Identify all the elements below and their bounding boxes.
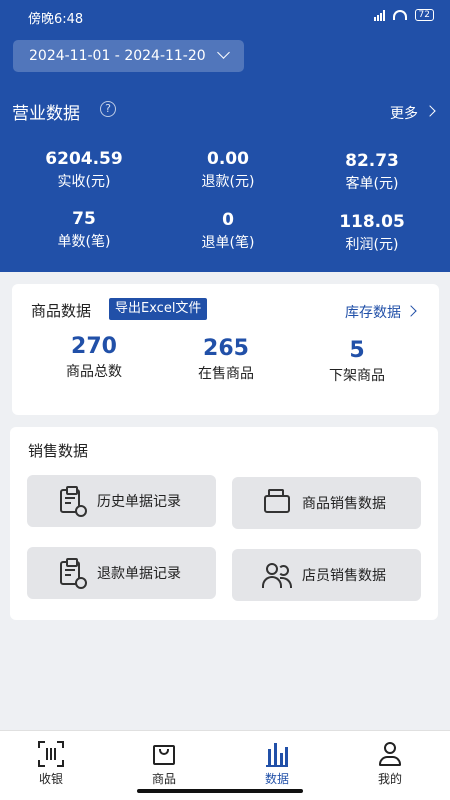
tab-cashier[interactable]: 收银: [0, 731, 107, 800]
metric-refund-orders: 0 退单(笔): [153, 210, 303, 252]
metric-refund: 0.00 退款(元): [153, 149, 303, 191]
header-panel: 傍晚6:48 72 2024-11-01 - 2024-11-20 营业数据 ?…: [0, 0, 450, 272]
stat-label: 在售商品: [198, 366, 254, 382]
status-icons: 72: [373, 9, 434, 21]
tab-label: 商品: [151, 772, 176, 786]
status-bar: 傍晚6:48 72: [0, 0, 450, 32]
wifi-icon: [392, 10, 407, 20]
goods-sales-button[interactable]: 商品销售数据: [232, 477, 421, 529]
metric-received: 6204.59 实收(元): [9, 149, 159, 191]
metric-profit: 118.05 利润(元): [297, 212, 447, 254]
stock-data-link[interactable]: 库存数据: [345, 302, 401, 322]
button-label: 店员销售数据: [302, 568, 386, 584]
metric-label: 单数(笔): [57, 234, 111, 250]
metric-value: 0.00: [207, 149, 249, 169]
user-icon: [377, 741, 403, 767]
metric-label: 利润(元): [345, 237, 399, 253]
stat-value: 5: [349, 338, 365, 363]
stat-on-sale[interactable]: 265 在售商品: [156, 336, 296, 383]
more-link[interactable]: 更多: [390, 103, 418, 123]
chevron-down-icon: [217, 46, 230, 59]
date-range-text: 2024-11-01 - 2024-11-20: [29, 48, 206, 64]
bar-chart-icon: [264, 741, 290, 767]
clipboard-refund-icon: [57, 558, 87, 589]
tab-label: 收银: [38, 772, 63, 786]
history-orders-button[interactable]: 历史单据记录: [27, 475, 216, 527]
metric-value: 82.73: [345, 151, 399, 171]
stat-total-goods[interactable]: 270 商品总数: [24, 334, 164, 381]
chevron-right-icon[interactable]: [405, 305, 417, 317]
metric-label: 退款(元): [201, 174, 255, 190]
help-icon[interactable]: ?: [100, 101, 116, 117]
scan-icon: [38, 741, 64, 767]
tab-label: 我的: [377, 772, 402, 786]
business-data-title: 营业数据: [12, 104, 80, 124]
sales-data-card: 销售数据 历史单据记录 商品销售数据 退款单据记录 店员销售数据: [10, 427, 438, 620]
stat-value: 265: [203, 336, 249, 361]
metric-value: 6204.59: [45, 149, 123, 169]
goods-data-card: 商品数据 导出Excel文件 库存数据 270 商品总数 265 在售商品 5 …: [12, 284, 439, 415]
tab-me[interactable]: 我的: [334, 731, 446, 800]
button-label: 商品销售数据: [302, 496, 386, 512]
metric-label: 客单(元): [345, 176, 399, 192]
users-icon: [262, 561, 292, 589]
bag-icon: [151, 741, 177, 767]
stat-label: 商品总数: [66, 364, 122, 380]
tab-label: 数据: [264, 772, 289, 786]
battery-icon: 72: [414, 9, 434, 21]
staff-sales-button[interactable]: 店员销售数据: [232, 549, 421, 601]
refund-orders-button[interactable]: 退款单据记录: [27, 547, 216, 599]
clipboard-clock-icon: [57, 486, 87, 517]
button-label: 历史单据记录: [97, 494, 181, 510]
sales-data-title: 销售数据: [28, 442, 89, 460]
stat-value: 270: [71, 334, 117, 359]
chevron-right-icon[interactable]: [424, 105, 436, 117]
box-icon: [262, 489, 290, 517]
button-label: 退款单据记录: [97, 566, 181, 582]
stat-off-shelf[interactable]: 5 下架商品: [287, 338, 427, 385]
export-excel-button[interactable]: 导出Excel文件: [109, 298, 208, 320]
metric-value: 75: [72, 209, 96, 229]
metric-avg-order: 82.73 客单(元): [297, 151, 447, 193]
home-indicator: [137, 789, 303, 793]
metric-label: 实收(元): [57, 174, 111, 190]
signal-icon: [373, 9, 385, 21]
metric-value: 0: [222, 210, 234, 230]
metric-value: 118.05: [339, 212, 405, 232]
goods-data-title: 商品数据: [31, 302, 92, 320]
status-time: 傍晚6:48: [28, 12, 84, 27]
stat-label: 下架商品: [329, 368, 385, 384]
date-range-picker[interactable]: 2024-11-01 - 2024-11-20: [13, 40, 244, 72]
metric-label: 退单(笔): [201, 235, 255, 251]
metric-orders: 75 单数(笔): [9, 209, 159, 251]
